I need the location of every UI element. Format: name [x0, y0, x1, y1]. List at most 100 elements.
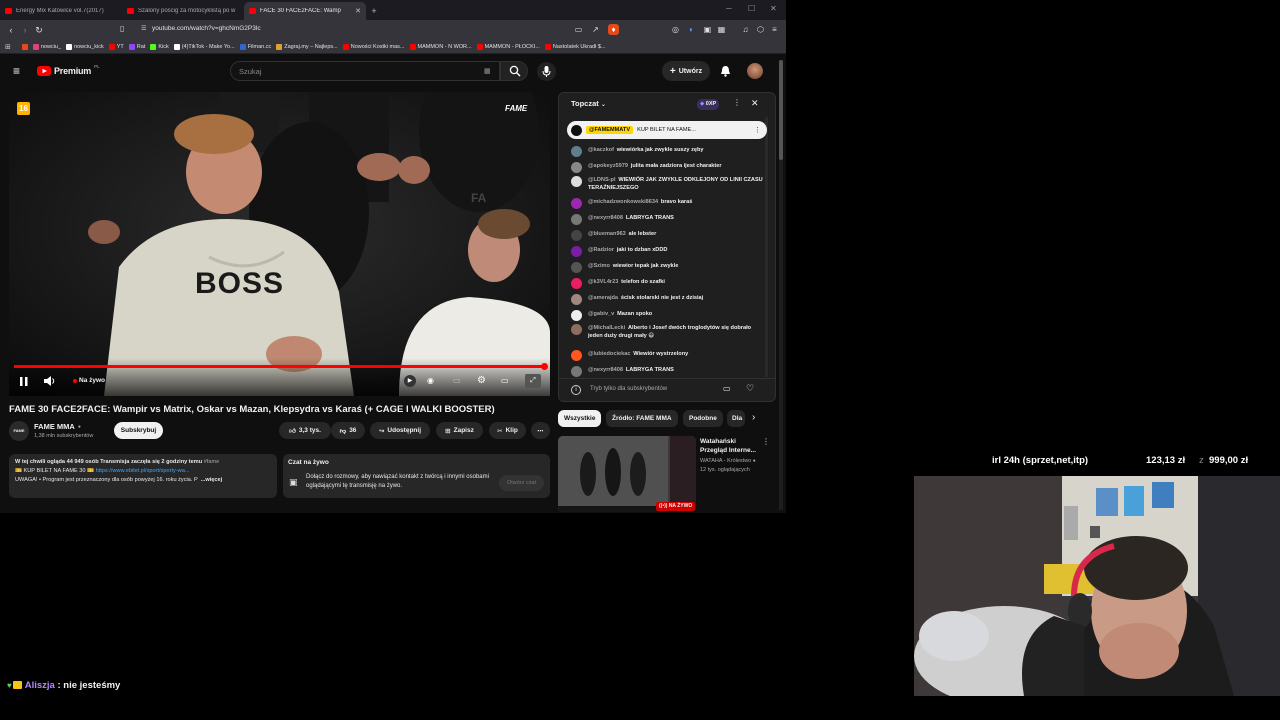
bookmark-item[interactable]: (4)TikTok - Make Yo...: [173, 43, 235, 50]
close-chat-icon[interactable]: ✕: [751, 98, 759, 109]
chat-avatar[interactable]: [571, 323, 582, 335]
video-description[interactable]: W tej chwili ogląda 44 949 osób Transmis…: [9, 454, 277, 498]
recommended-channel[interactable]: WATAHA - Królestwo ●: [700, 458, 756, 464]
url-field[interactable]: youtube.com/watch?v=ghcNmG2P3lc: [152, 25, 261, 32]
chat-avatar[interactable]: [571, 245, 582, 257]
brave-news-icon[interactable]: [21, 43, 28, 50]
description-link[interactable]: https://www.ebilet.pl/sport/sporty-wa...: [96, 468, 190, 474]
chat-message[interactable]: @MichalLecki Alberto i Josef dwóch trogl…: [571, 323, 767, 340]
chat-message[interactable]: @apokeyz5979 julita mała zadziora ijest …: [571, 161, 767, 173]
chat-message[interactable]: @kaczkof wiewiórka jak zwykle suszy zęby: [571, 145, 767, 157]
extension-icon[interactable]: ▣: [702, 24, 713, 35]
chat-avatar[interactable]: [571, 309, 582, 321]
extension-icon[interactable]: ▦: [716, 24, 727, 35]
progress-bar[interactable]: [14, 363, 548, 370]
chat-author[interactable]: @apokeyz5979: [588, 163, 628, 169]
browser-tab-2[interactable]: Szalony pościg za motocyklistą po w: [122, 2, 244, 20]
bookmark-item[interactable]: Zagraj.my – Najleps...: [276, 43, 338, 50]
chat-avatar[interactable]: [571, 145, 582, 157]
share-page-icon[interactable]: ↗: [590, 24, 601, 35]
chat-message[interactable]: @nexyrr8408 LABRYGA TRANS: [571, 365, 767, 377]
bookmark-item[interactable]: Nastolatek Ukradł $...: [544, 43, 605, 50]
open-chat-button[interactable]: Otwórz czat: [499, 475, 544, 491]
bookmark-item[interactable]: Filman.cc: [239, 43, 271, 50]
volume-icon[interactable]: [44, 376, 55, 386]
notifications-bell-icon[interactable]: [720, 65, 731, 77]
theater-mode-icon[interactable]: ▭: [501, 376, 509, 385]
chat-avatar[interactable]: [571, 229, 582, 241]
miniplayer-dot-icon[interactable]: ◉: [427, 376, 434, 385]
progress-knob[interactable]: [541, 363, 548, 370]
page-scrollbar[interactable]: [779, 60, 783, 510]
chat-author[interactable]: @Radzior: [588, 247, 614, 253]
maximize-icon[interactable]: ☐: [748, 4, 755, 13]
chat-avatar[interactable]: [571, 197, 582, 209]
chat-avatar[interactable]: [571, 175, 582, 187]
chip-source[interactable]: Źródło: FAME MMA: [606, 410, 678, 427]
recommended-title[interactable]: Watahański Przegląd Interne...: [700, 437, 762, 455]
chips-next-icon[interactable]: ›: [752, 412, 755, 423]
save-button[interactable]: ⊞ Zapisz: [436, 422, 483, 439]
settings-gear-icon[interactable]: ⚙: [477, 375, 486, 386]
chat-author[interactable]: @kaczkof: [588, 147, 614, 153]
chat-author[interactable]: @nexyrr8408: [588, 215, 623, 221]
channel-name[interactable]: FAME MMA ●: [34, 422, 81, 431]
chip-for[interactable]: Dla: [727, 410, 745, 427]
browser-tab-1[interactable]: Energy Mix Katowice vol.7(2017): [0, 2, 122, 20]
bookmark-item[interactable]: MAMMON - PŁOCKI...: [476, 43, 540, 50]
dislike-button[interactable]: 👎︎ 36: [331, 422, 365, 439]
keyboard-icon[interactable]: ▦: [484, 67, 491, 75]
chat-message[interactable]: @Radzior jaki to dzban xDDD: [571, 245, 767, 257]
clip-button[interactable]: ✂ Klip: [489, 422, 526, 439]
chat-avatar[interactable]: [571, 349, 582, 361]
chat-message[interactable]: @amerajda ścisk stolarski nie jest z dzi…: [571, 293, 767, 305]
chat-message[interactable]: @michadzwonkowski8634 bravo karaś: [571, 197, 767, 209]
brave-shield-icon[interactable]: ♦: [608, 24, 619, 35]
forward-icon[interactable]: ›: [18, 25, 32, 35]
new-tab-icon[interactable]: +: [366, 2, 382, 20]
money-icon[interactable]: ▭: [723, 384, 731, 393]
close-window-icon[interactable]: ✕: [770, 4, 777, 13]
chat-avatar[interactable]: [571, 261, 582, 273]
youtube-logo[interactable]: Premium PL: [37, 64, 100, 76]
info-icon[interactable]: i: [571, 385, 581, 395]
chat-message[interactable]: @LDNS-pl WIEWIÓR JAK ZWYKLE ODKLEJONY OD…: [571, 175, 767, 192]
recommended-thumbnail[interactable]: ((•)) NA ŻYWO: [558, 436, 696, 512]
bookmark-item[interactable]: nowciu_kick: [66, 43, 104, 50]
chat-message[interactable]: @lubiedociekac Wiewiór wystrzelony: [571, 349, 767, 361]
more-actions-button[interactable]: ⋯: [531, 422, 550, 439]
minimize-icon[interactable]: ─: [726, 4, 732, 13]
scrollbar-thumb[interactable]: [779, 60, 783, 160]
bookmark-item[interactable]: Rat: [128, 43, 145, 50]
search-input[interactable]: Szukaj: [230, 61, 500, 81]
chat-message[interactable]: @nexyrr8408 LABRYGA TRANS: [571, 213, 767, 225]
subtitles-icon[interactable]: ▭: [453, 376, 461, 385]
apps-icon[interactable]: ⊞: [5, 43, 11, 51]
video-player[interactable]: FA 16 FAME BOSS Na żywo ▶ ◉ ▭ ⚙ ▭ ⤢: [9, 92, 550, 396]
pinned-message[interactable]: @FAMEMMATV KUP BILET NA FAME... ⋮: [567, 121, 767, 139]
bookmark-item[interactable]: nowciu_: [32, 43, 61, 50]
extension-icon[interactable]: ◎: [670, 24, 681, 35]
chat-avatar[interactable]: [571, 293, 582, 305]
bookmark-item[interactable]: Nowości Kostki mas...: [342, 43, 405, 50]
chat-author[interactable]: @gabiv_v: [588, 311, 614, 317]
autoplay-toggle-icon[interactable]: ▶: [404, 375, 416, 387]
chat-avatar[interactable]: [571, 365, 582, 377]
chat-author[interactable]: @amerajda: [588, 295, 618, 301]
user-avatar[interactable]: [747, 63, 763, 79]
description-hashtag[interactable]: #fame: [204, 459, 220, 465]
cast-icon[interactable]: ▭: [573, 24, 584, 35]
voice-search-button[interactable]: [537, 62, 556, 81]
hamburger-menu-icon[interactable]: ≡: [13, 64, 20, 78]
pause-icon[interactable]: [20, 377, 28, 386]
chat-avatar[interactable]: [571, 161, 582, 173]
chat-avatar[interactable]: [571, 277, 582, 289]
chat-menu-icon[interactable]: ⋮: [733, 98, 741, 107]
menu-icon[interactable]: ≡: [769, 24, 780, 35]
pinned-more-icon[interactable]: ⋮: [754, 126, 761, 134]
chat-avatar[interactable]: [571, 213, 582, 225]
chat-author[interactable]: @Szimo: [588, 263, 610, 269]
chat-author[interactable]: @blueman963: [588, 231, 626, 237]
search-button[interactable]: [500, 61, 528, 81]
reload-icon[interactable]: ↻: [32, 25, 46, 36]
